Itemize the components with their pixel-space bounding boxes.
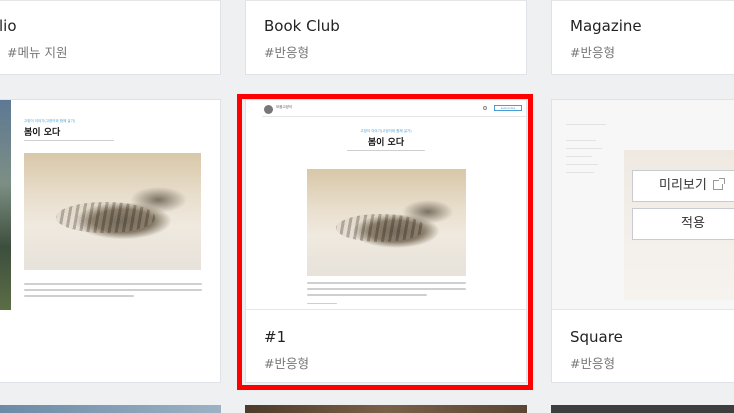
external-link-icon (712, 178, 725, 190)
theme-name: #1 (264, 328, 287, 346)
theme-thumbnail (0, 0, 220, 1)
preview-button[interactable]: 미리보기 (632, 170, 734, 202)
theme-card-square[interactable]: Square #반응형 (551, 99, 734, 383)
theme-thumbnail (246, 0, 526, 1)
theme-name: Book Club (264, 17, 340, 35)
preview-category: 고양이 이야기(고양이와 함께 살기) (360, 129, 412, 133)
preview-title: 봄이 오다 (24, 128, 61, 138)
preview-category: 고양이 이야기(고양이와 함께 살기) (24, 119, 76, 123)
preview-title: 봄이 오다 (367, 138, 405, 148)
theme-tag: #반응형 (570, 356, 615, 371)
theme-card-magazine[interactable]: Magazine #반응형 (551, 0, 734, 75)
subscribe-button: subscribe (494, 105, 522, 111)
search-icon (483, 106, 487, 110)
preview-site-name: 모음고양이 (276, 105, 293, 109)
side-image (0, 100, 11, 310)
apply-button-label: 적용 (681, 216, 705, 231)
theme-name: lio (0, 17, 17, 35)
theme-tag: #반응형 (264, 356, 309, 371)
theme-name: Square (570, 328, 623, 346)
theme-card-next-1[interactable] (0, 405, 221, 413)
theme-tag: #반응형 (570, 45, 615, 60)
theme-thumbnail: 고양이 이야기(고양이와 함께 살기) 봄이 오다 (0, 100, 220, 310)
theme-tag: #반응형 (264, 45, 309, 60)
preview-cat-photo (307, 169, 466, 276)
apply-button[interactable]: 적용 (632, 208, 734, 240)
theme-card-next-2[interactable] (245, 405, 527, 413)
theme-tag: #메뉴 지원 (7, 45, 68, 60)
theme-name: Magazine (570, 17, 642, 35)
avatar (264, 105, 273, 114)
theme-thumbnail: 모음고양이 subscribe 고양이 이야기(고양이와 함께 살기) 봄이 오… (246, 100, 526, 310)
preview-cat-photo (24, 153, 201, 270)
theme-card-1[interactable]: 모음고양이 subscribe 고양이 이야기(고양이와 함께 살기) 봄이 오… (245, 99, 527, 383)
theme-card-left-preview[interactable]: 고양이 이야기(고양이와 함께 살기) 봄이 오다 (0, 99, 221, 383)
theme-thumbnail (552, 100, 734, 310)
theme-card-portfolio[interactable]: lio #메뉴 지원 (0, 0, 221, 75)
theme-card-book-club[interactable]: Book Club #반응형 (245, 0, 527, 75)
theme-thumbnail (552, 0, 734, 1)
preview-button-label: 미리보기 (659, 178, 707, 193)
theme-card-next-3[interactable] (551, 405, 734, 413)
